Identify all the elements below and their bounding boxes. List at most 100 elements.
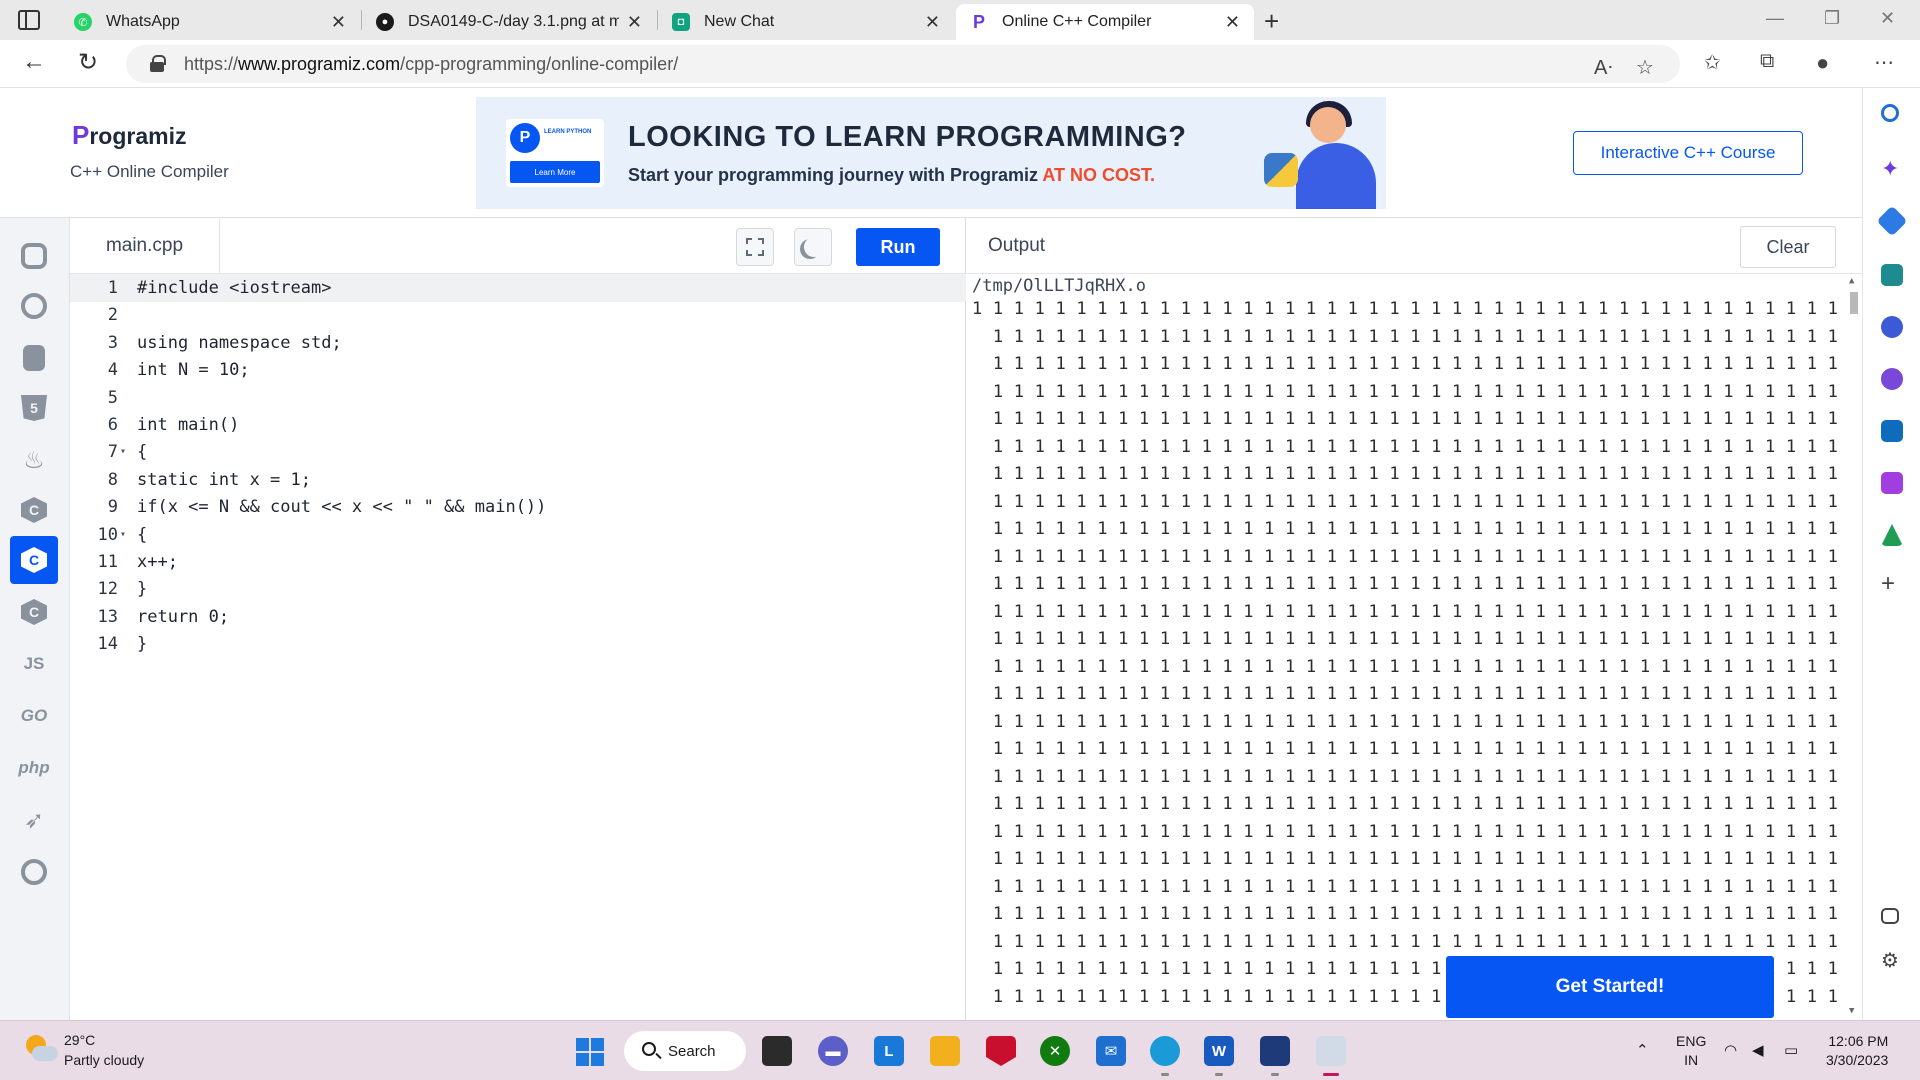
code-line[interactable]: 10 ▾ { [70, 521, 966, 549]
go-language-icon[interactable]: GO [10, 692, 58, 740]
sql-language-icon[interactable] [10, 334, 58, 382]
fold-arrow-icon[interactable]: ▾ [120, 438, 126, 466]
scroll-down-icon[interactable]: ▼ [1849, 1006, 1854, 1016]
python-language-icon[interactable] [10, 232, 58, 280]
scroll-up-icon[interactable]: ▲ [1849, 276, 1854, 286]
more-menu-icon[interactable]: ⋯ [1874, 50, 1894, 75]
battery-icon[interactable]: ▭ [1784, 1041, 1798, 1059]
code-line[interactable]: 6 int main() [70, 411, 966, 439]
csharp-language-icon[interactable]: C [10, 588, 58, 636]
edge-browser-icon[interactable] [1150, 1036, 1180, 1066]
interactive-course-button[interactable]: Interactive C++ Course [1573, 131, 1803, 175]
windows-start-icon[interactable] [576, 1038, 604, 1066]
code-line[interactable]: 14} [70, 630, 966, 658]
ad-banner[interactable]: P LEARN PYTHON Learn More LOOKING TO LEA… [476, 97, 1386, 209]
add-icon[interactable]: + [1881, 572, 1903, 596]
restore-button[interactable]: ❐ [1824, 8, 1840, 29]
new-tab-button[interactable]: + [1264, 6, 1279, 37]
javascript-language-icon[interactable]: JS [10, 640, 58, 688]
close-window-button[interactable]: ✕ [1880, 8, 1895, 29]
collections-icon[interactable]: ⧉ [1760, 50, 1774, 73]
l-app-icon[interactable]: L [874, 1036, 904, 1066]
r-language-icon[interactable] [10, 282, 58, 330]
learn-more-button[interactable]: Learn More [510, 161, 600, 183]
fold-arrow-icon[interactable]: ▾ [120, 521, 126, 549]
refresh-icon[interactable]: ↻ [78, 48, 98, 77]
code-line[interactable]: 1 #include <iostream> [70, 274, 966, 302]
taskbar-search[interactable]: Search [624, 1031, 746, 1071]
tab-github[interactable]: ● DSA0149-C-/day 3.1.png at main ✕ [362, 4, 656, 40]
mcafee-icon[interactable] [986, 1036, 1016, 1066]
line-number: 1 [107, 278, 118, 298]
close-tab-icon[interactable]: ✕ [1225, 12, 1240, 33]
code-line[interactable]: 3 using namespace std; [70, 329, 966, 357]
copilot-icon[interactable]: ✦ [1881, 158, 1903, 180]
outlook-icon[interactable] [1881, 420, 1903, 442]
search-icon[interactable] [1881, 104, 1899, 122]
close-tab-icon[interactable]: ✕ [331, 12, 346, 33]
settings-gear-icon[interactable]: ⚙ [1881, 950, 1903, 972]
code-line[interactable]: 12} [70, 575, 966, 603]
shopping-icon[interactable] [1876, 205, 1908, 237]
php-language-icon[interactable]: php [10, 744, 58, 792]
clear-button[interactable]: Clear [1740, 226, 1836, 268]
games-icon[interactable] [1881, 316, 1903, 338]
url-field[interactable]: https://www.programiz.com/cpp-programmin… [126, 45, 1680, 83]
fullscreen-button[interactable] [736, 228, 774, 266]
output-console[interactable]: /tmp/OlLLTJqRHX.o 1 1 1 1 1 1 1 1 1 1 1 … [966, 274, 1862, 1020]
tab-new-chat[interactable]: ◘ New Chat ✕ [658, 4, 954, 40]
close-tab-icon[interactable]: ✕ [925, 12, 940, 33]
favorites-icon[interactable]: ✩ [1704, 50, 1721, 75]
code-line[interactable]: 8 static int x = 1; [70, 466, 966, 494]
tab-online-cpp-compiler[interactable]: P Online C++ Compiler ✕ [956, 4, 1254, 40]
swift-language-icon[interactable]: ➶ [10, 796, 58, 844]
profile-icon[interactable]: ● [1816, 50, 1829, 76]
file-explorer-icon[interactable] [930, 1036, 960, 1066]
java-language-icon[interactable]: ♨ [10, 436, 58, 484]
rust-language-icon[interactable] [10, 848, 58, 896]
dark-mode-button[interactable] [794, 228, 832, 266]
devcpp-icon[interactable] [1260, 1036, 1290, 1066]
tools-icon[interactable] [1881, 264, 1903, 286]
code-line[interactable]: 5 [70, 384, 966, 412]
code-line[interactable]: 9 if(x <= N && cout << x << " " && main()… [70, 493, 966, 521]
file-tab[interactable]: main.cpp [70, 218, 220, 274]
add-favorite-icon[interactable]: ☆ [1636, 55, 1654, 80]
weather-icon[interactable] [24, 1035, 58, 1065]
code-line[interactable]: 11 x++; [70, 548, 966, 576]
html-language-icon[interactable]: 5 [10, 384, 58, 432]
designer-icon[interactable] [1881, 472, 1903, 494]
xbox-icon[interactable]: ✕ [1040, 1036, 1070, 1066]
snipping-tool-icon[interactable] [1316, 1036, 1346, 1066]
hide-sidebar-icon[interactable] [1881, 908, 1899, 924]
tab-whatsapp[interactable]: ✆ WhatsApp ✕ [60, 4, 360, 40]
back-arrow-icon[interactable]: ← [22, 48, 46, 76]
tree-icon[interactable] [1881, 524, 1903, 546]
code-line[interactable]: 13 return 0; [70, 603, 966, 631]
task-view-icon[interactable] [762, 1036, 792, 1066]
input-language[interactable]: ENG IN [1676, 1032, 1706, 1070]
volume-icon[interactable]: ◀ [1752, 1041, 1764, 1059]
scroll-thumb[interactable] [1850, 292, 1858, 314]
microsoft-365-icon[interactable] [1881, 368, 1903, 390]
output-scrollbar[interactable]: ▲ ▼ [1846, 274, 1862, 1020]
tab-actions-icon[interactable] [18, 10, 40, 30]
teams-chat-icon[interactable]: ▬ [818, 1036, 848, 1066]
cpp-language-icon[interactable]: C [10, 536, 58, 584]
minimize-button[interactable]: — [1766, 8, 1784, 29]
wifi-icon[interactable]: ◠ [1724, 1041, 1737, 1059]
run-button[interactable]: Run [856, 228, 940, 266]
word-icon[interactable]: W [1204, 1036, 1234, 1066]
c-language-icon[interactable]: C [10, 486, 58, 534]
read-aloud-icon[interactable]: Aᐧ [1594, 55, 1612, 80]
code-line[interactable]: 7 ▾ { [70, 438, 966, 466]
programiz-logo[interactable]: Programiz [72, 120, 186, 151]
close-tab-icon[interactable]: ✕ [627, 12, 642, 33]
mail-icon[interactable]: ✉ [1096, 1036, 1126, 1066]
tray-chevron-icon[interactable]: ⌃ [1636, 1041, 1649, 1059]
code-line[interactable]: 4 int N = 10; [70, 356, 966, 384]
code-editor[interactable]: 1 #include <iostream> 2 3 using namespace st… [70, 274, 966, 1020]
get-started-button[interactable]: Get Started! [1446, 956, 1774, 1018]
system-clock[interactable]: 12:06 PM 3/30/2023 [1826, 1032, 1888, 1070]
code-line[interactable]: 2 [70, 301, 966, 329]
